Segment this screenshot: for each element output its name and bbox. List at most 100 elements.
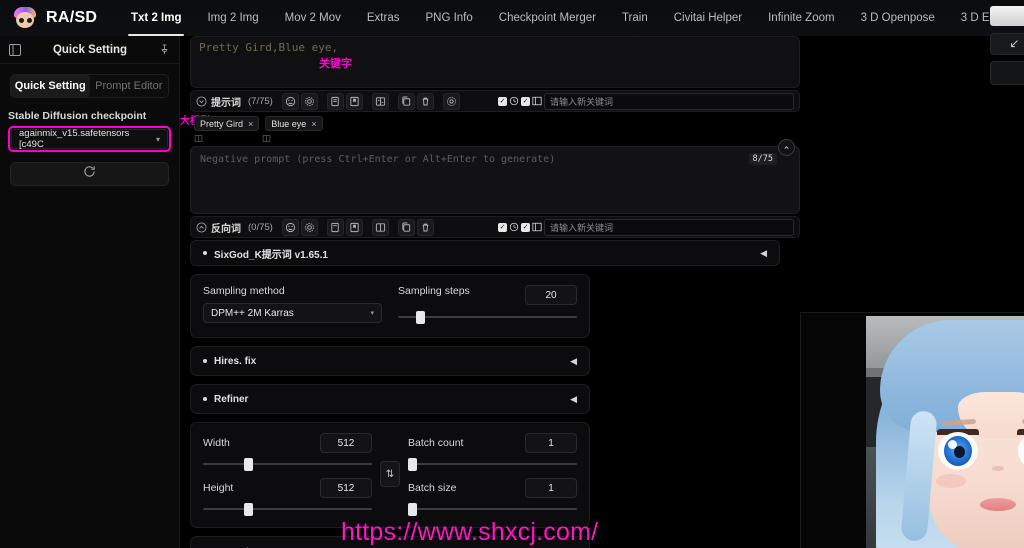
history-clock-icon[interactable] — [509, 222, 519, 232]
nav-tab-infinite-zoom[interactable]: Infinite Zoom — [755, 0, 847, 36]
chevron-down-circle-icon[interactable] — [196, 95, 207, 107]
sampler-panel: Sampling method DPM++ 2M Karras ▾ Sampli… — [190, 274, 590, 338]
copy-icon[interactable] — [397, 92, 415, 110]
negative-checkbox-2[interactable]: ✓ — [521, 222, 530, 232]
dimension-fields: Width 512 Height 512 — [203, 433, 372, 516]
width-slider[interactable] — [203, 457, 372, 471]
prompt-button-group-4 — [397, 92, 434, 110]
tag-remove-icon[interactable]: × — [311, 119, 316, 129]
batch-count-field: Batch count 1 — [408, 433, 577, 453]
tag-remove-icon[interactable]: × — [248, 119, 253, 129]
copy-icon[interactable] — [397, 218, 415, 236]
translate-icon[interactable] — [371, 218, 389, 236]
trash-icon[interactable] — [416, 218, 434, 236]
prompt-text-value: Pretty Gird,Blue eye, — [199, 41, 339, 54]
image-preview-panel — [800, 312, 1024, 548]
sixgod-title: SixGod_K提示词 v1.65.1 — [214, 249, 328, 261]
batch-size-slider[interactable] — [408, 502, 577, 516]
negative-prompt-textarea[interactable]: Negative prompt (press Ctrl+Enter or Alt… — [190, 139, 800, 214]
chevron-up-circle-icon[interactable] — [778, 139, 795, 156]
tag-translate-icon[interactable] — [262, 134, 292, 143]
nav-tab-img2img[interactable]: Img 2 Img — [194, 0, 271, 36]
sampling-steps-slider[interactable] — [398, 310, 577, 324]
top-navigation-bar: RA/SD Txt 2 Img Img 2 Img Mov 2 Mov Extr… — [0, 0, 1024, 36]
generated-image[interactable] — [866, 316, 1024, 548]
negative-keyword-input[interactable]: 请输入新关键词 — [544, 218, 794, 236]
translate-icon[interactable] — [371, 92, 389, 110]
negative-prompt-placeholder: Negative prompt (press Ctrl+Enter or Alt… — [200, 154, 556, 165]
bookmark-icon[interactable] — [345, 92, 363, 110]
chevron-left-icon[interactable]: ◀ — [760, 248, 767, 259]
panel-split-icon[interactable] — [532, 96, 542, 106]
settings-gear-icon[interactable] — [300, 218, 318, 236]
panel-split-icon[interactable] — [532, 222, 542, 232]
chevron-up-circle-icon[interactable] — [196, 221, 207, 233]
sixgod-accordion[interactable]: SixGod_K提示词 v1.65.1 ◀ — [190, 240, 780, 266]
panel-toggle-icon[interactable] — [9, 43, 21, 56]
prompt-textarea[interactable]: Pretty Gird,Blue eye, 关键字 — [190, 36, 800, 88]
history-clock-icon[interactable] — [509, 96, 519, 106]
negative-checkbox-1[interactable]: ✓ — [498, 222, 507, 232]
prompt-button-group-1 — [281, 92, 318, 110]
prompt-tag[interactable]: Pretty Gird × — [194, 116, 260, 131]
main-content: Pretty Gird,Blue eye, 关键字 提示词 (7/75) ✓ ✓… — [180, 6, 1024, 548]
prompt-keyword-input[interactable]: 请输入新关键词 — [544, 92, 794, 110]
sampling-method-value: DPM++ 2M Karras — [211, 307, 294, 319]
batch-count-slider[interactable] — [408, 457, 577, 471]
hires-fix-label: Hires. fix — [214, 355, 257, 367]
negative-button-group-1 — [281, 218, 318, 236]
nav-tab-mov2mov[interactable]: Mov 2 Mov — [272, 0, 354, 36]
trash-icon[interactable] — [416, 92, 434, 110]
negative-toolbar-title-group: 反向词 (0/75) — [196, 220, 273, 235]
nav-tab-checkpoint-merger[interactable]: Checkpoint Merger — [486, 0, 609, 36]
generate-button[interactable]: Generate — [990, 6, 1024, 26]
pin-icon[interactable] — [159, 44, 170, 55]
batch-size-value[interactable]: 1 — [525, 478, 577, 498]
tag-translate-icon[interactable] — [194, 134, 224, 143]
height-value[interactable]: 512 — [320, 478, 372, 498]
sampling-method-select[interactable]: DPM++ 2M Karras ▾ — [203, 303, 382, 323]
emoji-icon[interactable] — [281, 218, 299, 236]
prompt-tag[interactable]: Blue eye × — [265, 116, 323, 131]
sidebar-header: Quick Setting — [0, 36, 179, 64]
checkpoint-value: againmix_v15.safetensors [c49C — [19, 128, 130, 150]
prompt-checkbox-1[interactable]: ✓ — [498, 96, 507, 106]
emoji-icon[interactable] — [281, 92, 299, 110]
refresh-checkpoints-button[interactable] — [10, 162, 169, 186]
brand: RA/SD — [0, 7, 118, 29]
nav-tab-png-info[interactable]: PNG Info — [412, 0, 485, 36]
hires-fix-accordion[interactable]: Hires. fix ◀ — [190, 346, 590, 376]
sampling-steps-label: Sampling steps — [398, 285, 470, 297]
sampling-method-label: Sampling method — [203, 285, 285, 297]
chevron-left-icon[interactable]: ◀ — [570, 394, 577, 405]
list-document-icon[interactable] — [326, 92, 344, 110]
width-value[interactable]: 512 — [320, 433, 372, 453]
cog-wheel-icon[interactable] — [442, 92, 460, 110]
swap-arrows-icon[interactable]: ⇅ — [380, 461, 400, 487]
nav-tab-train[interactable]: Train — [609, 0, 661, 36]
batch-count-value[interactable]: 1 — [525, 433, 577, 453]
checkpoint-select[interactable]: againmix_v15.safetensors [c49C ▾ — [11, 128, 168, 150]
list-document-icon[interactable] — [326, 218, 344, 236]
settings-gear-icon[interactable] — [300, 92, 318, 110]
chevron-left-icon[interactable]: ◀ — [570, 356, 577, 367]
prompt-checkbox-2[interactable]: ✓ — [521, 96, 530, 106]
sidebar-tab-quick-setting[interactable]: Quick Setting — [11, 75, 90, 97]
refiner-label: Refiner — [214, 393, 249, 405]
styles-select[interactable]: ✕ ▾ — [990, 61, 1024, 85]
arrow-down-left-icon[interactable] — [990, 33, 1024, 55]
bullet-icon — [203, 251, 207, 255]
sampling-steps-value[interactable]: 20 — [525, 285, 577, 305]
nav-tab-extras[interactable]: Extras — [354, 0, 413, 36]
height-slider[interactable] — [203, 502, 372, 516]
bookmark-icon[interactable] — [345, 218, 363, 236]
sidebar-tab-prompt-editor[interactable]: Prompt Editor — [90, 75, 169, 97]
negative-prompt-toolbar: 反向词 (0/75) ✓ ✓ 请输入新关键词 — [190, 216, 800, 238]
nav-tab-civitai-helper[interactable]: Civitai Helper — [661, 0, 755, 36]
refiner-accordion[interactable]: Refiner ◀ — [190, 384, 590, 414]
token-badge: 8/75 — [748, 153, 777, 165]
nav-tab-3d-openpose[interactable]: 3 D Openpose — [848, 0, 948, 36]
prompt-tag-list: Pretty Gird × Blue eye × — [194, 116, 323, 131]
nav-tab-txt2img[interactable]: Txt 2 Img — [118, 0, 194, 36]
negative-token-count: (0/75) — [248, 221, 273, 233]
